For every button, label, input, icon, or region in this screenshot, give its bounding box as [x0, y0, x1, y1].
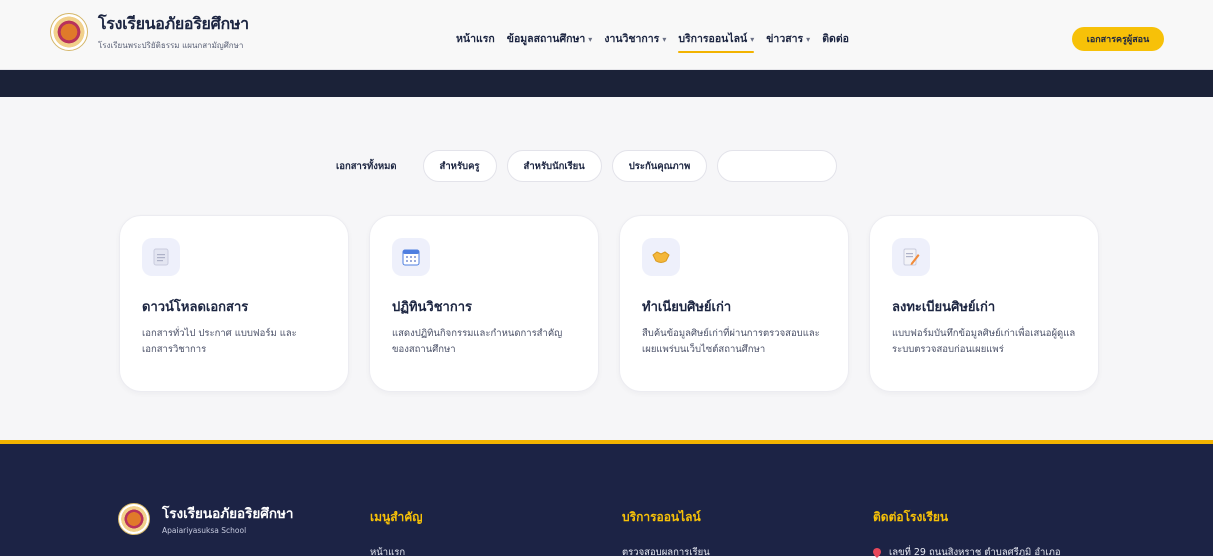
tab-all-documents[interactable]: เอกสารทั้งหมด — [320, 150, 413, 182]
card-title: ปฏิทินวิชาการ — [392, 300, 473, 315]
card-description: สืบค้นข้อมูลศิษย์เก่าที่ผ่านการตรวจสอบแล… — [642, 328, 820, 355]
tab-for-students[interactable]: สำหรับนักเรียน — [506, 150, 602, 182]
footer-link-check-grades[interactable]: ตรวจสอบผลการเรียน — [622, 545, 710, 560]
service-cards: ดาวน์โหลดเอกสาร เอกสารทั่วไป ประกาศ แบบฟ… — [119, 215, 1099, 392]
nav-academic[interactable]: งานวิชาการ ▾ — [604, 30, 666, 53]
footer-menu-column: เมนูสำคัญ หน้าแรก — [370, 508, 423, 560]
footer-school-name: โรงเรียนอภัยอริยศึกษา — [162, 506, 294, 522]
card-title: ทำเนียบศิษย์เก่า — [642, 300, 732, 315]
school-emblem-icon — [118, 502, 150, 535]
footer-school-english: Apaiariyasuksa School — [162, 526, 247, 535]
site-footer: โรงเรียนอภัยอริยศึกษา Apaiariyasuksa Sch… — [0, 440, 1213, 558]
footer-address: เลขที่ 29 ถนนสิงหราช ตำบลศรีภูมิ อำเภอ — [873, 545, 1061, 560]
school-name: โรงเรียนอภัยอริยศึกษา — [98, 14, 249, 33]
footer-contact-heading: ติดต่อโรงเรียน — [873, 510, 949, 524]
nav-news[interactable]: ข่าวสาร ▾ — [766, 30, 810, 53]
card-description: แสดงปฏิทินกิจกรรมและกำหนดการสำคัญของสถาน… — [392, 328, 563, 355]
nav-home[interactable]: หน้าแรก — [456, 30, 495, 53]
card-title: ดาวน์โหลดเอกสาร — [142, 300, 249, 315]
site-logo[interactable]: โรงเรียนอภัยอริยศึกษา โรงเรียนพระปริยัติ… — [50, 12, 249, 52]
chevron-down-icon: ▾ — [588, 35, 593, 44]
tab-quality-assurance[interactable]: ประกันคุณภาพ — [611, 150, 708, 182]
hero-band — [0, 70, 1213, 97]
memo-icon — [892, 238, 930, 276]
card-download-documents[interactable]: ดาวน์โหลดเอกสาร เอกสารทั่วไป ประกาศ แบบฟ… — [119, 215, 349, 392]
tab-empty[interactable] — [717, 150, 838, 182]
footer-menu-heading: เมนูสำคัญ — [370, 510, 423, 524]
footer-logo[interactable]: โรงเรียนอภัยอริยศึกษา Apaiariyasuksa Sch… — [118, 502, 294, 535]
document-icon — [142, 238, 180, 276]
main-nav: หน้าแรก ข้อมูลสถานศึกษา ▾ งานวิชาการ ▾ บริ… — [456, 30, 849, 53]
card-academic-calendar[interactable]: ปฏิทินวิชาการ แสดงปฏิทินกิจกรรมและกำหนดก… — [369, 215, 599, 392]
tab-for-teachers[interactable]: สำหรับครู — [422, 150, 497, 182]
chevron-down-icon: ▾ — [750, 35, 755, 44]
card-alumni-registration[interactable]: ลงทะเบียนศิษย์เก่า แบบฟอร์มบันทึกข้อมูลศ… — [869, 215, 1099, 392]
site-header: โรงเรียนอภัยอริยศึกษา โรงเรียนพระปริยัติ… — [0, 0, 1213, 70]
footer-online-heading: บริการออนไลน์ — [622, 510, 701, 524]
card-alumni-directory[interactable]: ทำเนียบศิษย์เก่า สืบค้นข้อมูลศิษย์เก่าที… — [619, 215, 849, 392]
location-pin-icon — [873, 547, 881, 558]
nav-online-services[interactable]: บริการออนไลน์ ▾ — [678, 30, 754, 53]
footer-contact-column: ติดต่อโรงเรียน เลขที่ 29 ถนนสิงหราช ตำบล… — [873, 508, 1061, 560]
footer-online-column: บริการออนไลน์ ตรวจสอบผลการเรียน — [622, 508, 710, 560]
school-subtitle: โรงเรียนพระปริยัติธรรม แผนกสามัญศึกษา — [98, 41, 244, 50]
nav-contact[interactable]: ติดต่อ — [822, 30, 849, 53]
card-title: ลงทะเบียนศิษย์เก่า — [892, 300, 996, 315]
footer-link-home[interactable]: หน้าแรก — [370, 545, 423, 560]
chevron-down-icon: ▾ — [662, 35, 667, 44]
document-filter-tabs: เอกสารทั้งหมด สำหรับครู สำหรับนักเรียน ป… — [320, 150, 838, 182]
chevron-down-icon: ▾ — [806, 35, 811, 44]
school-emblem-icon — [50, 13, 88, 51]
calendar-icon — [392, 238, 430, 276]
card-description: เอกสารทั่วไป ประกาศ แบบฟอร์ม และเอกสารวิ… — [142, 328, 297, 355]
teacher-documents-button[interactable]: เอกสารครูผู้สอน — [1072, 27, 1164, 51]
card-description: แบบฟอร์มบันทึกข้อมูลศิษย์เก่าเพื่อเสนอผู… — [892, 328, 1076, 355]
handshake-icon — [642, 238, 680, 276]
nav-school-info[interactable]: ข้อมูลสถานศึกษา ▾ — [507, 30, 593, 53]
